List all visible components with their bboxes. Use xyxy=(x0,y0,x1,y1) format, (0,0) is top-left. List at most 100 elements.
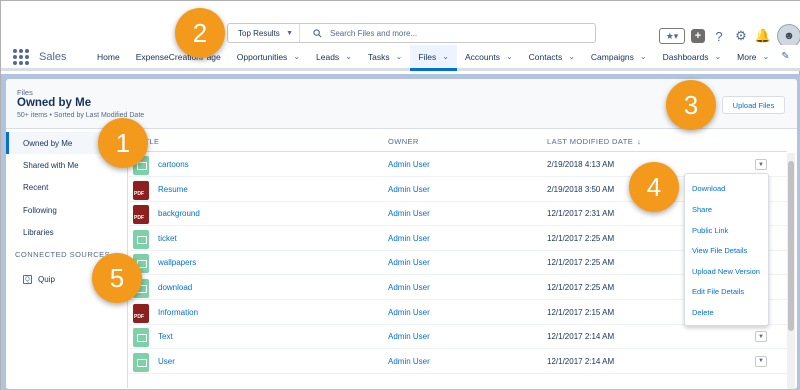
file-owner-link[interactable]: Admin User xyxy=(388,283,430,292)
global-search: Top Results ▼ Search Files and more... xyxy=(227,23,596,43)
menu-item-view-file-details[interactable]: View File Details xyxy=(692,246,747,255)
nav-tab-label: Dashboards xyxy=(662,51,709,62)
file-title-link[interactable]: Information xyxy=(158,308,198,317)
search-scope-dropdown[interactable]: Top Results ▼ xyxy=(228,24,300,42)
menu-item-share[interactable]: Share xyxy=(692,205,712,214)
callout-4: 4 xyxy=(629,162,679,212)
sidebar-item-libraries[interactable]: Libraries xyxy=(6,221,128,243)
file-title-link[interactable]: background xyxy=(158,209,200,218)
file-modified-date: 12/1/2017 2:15 AM xyxy=(547,307,615,317)
nav-tab-leads[interactable]: Leads ⌄ xyxy=(308,45,360,68)
app-navigation-bar: Sales Home ExpenseCreationPage Opportuniti… xyxy=(1,45,800,71)
connected-sources-heading: CONNECTED SOURCES xyxy=(15,250,111,259)
table-row: User Admin User 12/1/2017 2:14 AM ▼ xyxy=(129,350,787,374)
file-title-link[interactable]: Resume xyxy=(158,185,188,194)
search-scope-label: Top Results xyxy=(238,28,280,38)
chevron-down-icon[interactable]: ⌄ xyxy=(345,52,352,61)
row-action-menu: Download Share Public Link View File Det… xyxy=(684,173,769,326)
scrollbar-thumb[interactable] xyxy=(788,161,794,331)
nav-tab-files[interactable]: Files ⌄ xyxy=(410,45,457,71)
nav-tab-label: Home xyxy=(97,51,120,62)
app-name: Sales xyxy=(39,50,67,63)
chevron-down-icon[interactable]: ⌄ xyxy=(763,52,770,61)
setup-gear-icon[interactable]: ⚙ xyxy=(733,28,749,44)
file-title-link[interactable]: ticket xyxy=(158,234,177,243)
app-launcher-icon[interactable] xyxy=(13,48,29,65)
nav-tab-label: Contacts xyxy=(528,51,563,62)
search-input[interactable]: Search Files and more... xyxy=(330,29,417,38)
menu-item-edit-file-details[interactable]: Edit File Details xyxy=(692,287,744,296)
sidebar-item-following[interactable]: Following xyxy=(6,199,128,221)
menu-item-upload-new-version[interactable]: Upload New Version xyxy=(692,267,760,276)
file-title-link[interactable]: cartoons xyxy=(158,160,189,169)
menu-item-delete[interactable]: Delete xyxy=(692,308,714,317)
sort-arrow-icon: ↓ xyxy=(637,137,642,146)
callout-5: 5 xyxy=(92,253,142,303)
file-owner-link[interactable]: Admin User xyxy=(388,258,430,267)
nav-tab-opportunities[interactable]: Opportunities ⌄ xyxy=(229,45,308,68)
row-action-dropdown-icon[interactable]: ▼ xyxy=(755,355,767,367)
image-file-icon xyxy=(133,229,149,249)
nav-tab-more[interactable]: More ⌄ xyxy=(729,45,777,68)
nav-tab-label: More xyxy=(737,51,757,62)
menu-item-public-link[interactable]: Public Link xyxy=(692,226,728,235)
nav-tab-label: Campaigns xyxy=(590,51,634,62)
nav-tab-label: Files xyxy=(418,51,437,62)
file-owner-link[interactable]: Admin User xyxy=(388,234,430,243)
nav-tab-contacts[interactable]: Contacts ⌄ xyxy=(521,45,583,68)
chevron-down-icon[interactable]: ⌄ xyxy=(293,52,300,61)
table-row: Text Admin User 12/1/2017 2:14 AM ▼ xyxy=(129,325,787,350)
file-modified-date: 12/1/2017 2:14 AM xyxy=(547,332,615,342)
row-action-dropdown-icon[interactable]: ▼ xyxy=(755,331,767,343)
sidebar-item-quip[interactable]: Q Quip xyxy=(23,275,55,284)
file-modified-date: 12/1/2017 2:25 AM xyxy=(547,233,615,243)
column-header-owner[interactable]: OWNER xyxy=(388,137,419,146)
nav-tab-home[interactable]: Home xyxy=(89,45,128,68)
image-file-icon xyxy=(133,352,149,372)
file-owner-link[interactable]: Admin User xyxy=(388,308,430,317)
sidebar-item-recent[interactable]: Recent xyxy=(6,176,128,198)
nav-tab-label: Opportunities xyxy=(236,51,288,62)
chevron-down-icon[interactable]: ⌄ xyxy=(640,52,647,61)
quip-icon: Q xyxy=(23,275,32,284)
file-owner-link[interactable]: Admin User xyxy=(388,160,430,169)
add-icon[interactable]: + xyxy=(691,29,705,43)
chevron-down-icon[interactable]: ⌄ xyxy=(714,52,721,61)
file-owner-link[interactable]: Admin User xyxy=(388,332,430,341)
file-modified-date: 12/1/2017 2:25 AM xyxy=(547,258,615,268)
notifications-bell-icon[interactable]: 🔔 xyxy=(755,28,771,44)
chevron-down-icon[interactable]: ⌄ xyxy=(568,52,575,61)
callout-2: 2 xyxy=(175,8,225,58)
file-owner-link[interactable]: Admin User xyxy=(388,185,430,194)
edit-nav-icon[interactable]: ✎ xyxy=(781,51,789,62)
file-title-link[interactable]: download xyxy=(158,283,192,292)
nav-tab-campaigns[interactable]: Campaigns ⌄ xyxy=(583,45,655,68)
file-modified-date: 12/1/2017 2:31 AM xyxy=(547,209,615,219)
upload-files-button[interactable]: Upload Files xyxy=(722,96,785,114)
search-icon xyxy=(310,26,324,40)
chevron-down-icon[interactable]: ⌄ xyxy=(442,52,449,61)
chevron-down-icon[interactable]: ⌄ xyxy=(396,52,403,61)
table-header: TITLE OWNER LAST MODIFIED DATE ↓ xyxy=(129,130,787,152)
image-file-icon xyxy=(133,328,149,348)
file-modified-date: 2/19/2018 3:50 AM xyxy=(547,184,615,194)
column-header-last-modified[interactable]: LAST MODIFIED DATE ↓ xyxy=(547,137,641,146)
row-action-dropdown-icon[interactable]: ▼ xyxy=(755,159,767,170)
file-modified-date: 12/1/2017 2:14 AM xyxy=(547,356,615,366)
file-title-link[interactable]: wallpapers xyxy=(158,258,196,267)
pdf-file-icon: PDF xyxy=(133,180,149,200)
nav-tab-dashboards[interactable]: Dashboards ⌄ xyxy=(655,45,730,68)
file-title-link[interactable]: User xyxy=(158,357,175,366)
chevron-down-icon[interactable]: ⌄ xyxy=(506,52,513,61)
file-owner-link[interactable]: Admin User xyxy=(388,209,430,218)
nav-tab-accounts[interactable]: Accounts ⌄ xyxy=(457,45,521,68)
file-owner-link[interactable]: Admin User xyxy=(388,357,430,366)
file-title-link[interactable]: Text xyxy=(158,332,173,341)
object-label: Files xyxy=(17,88,33,97)
nav-tab-tasks[interactable]: Tasks ⌄ xyxy=(360,45,410,68)
help-icon[interactable]: ? xyxy=(711,28,727,44)
favorites-star-icon[interactable]: ★▾ xyxy=(659,28,685,44)
nav-tab-label: Leads xyxy=(316,51,340,62)
page-title: Owned by Me xyxy=(17,97,92,109)
menu-item-download[interactable]: Download xyxy=(692,184,725,193)
